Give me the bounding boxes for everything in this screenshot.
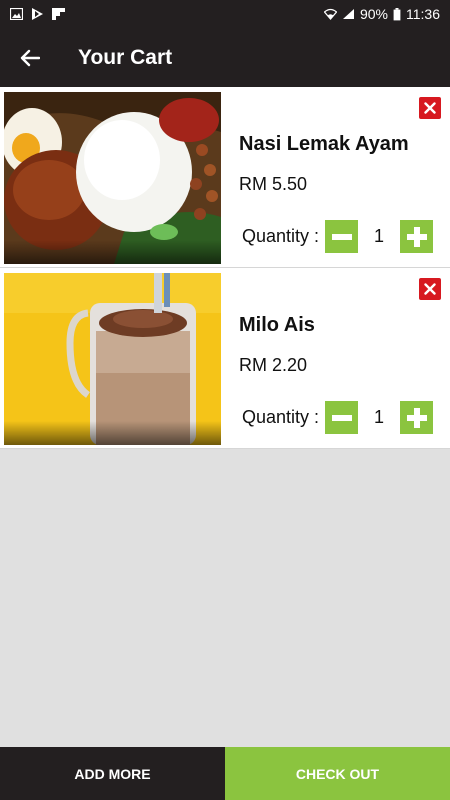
minus-icon <box>331 233 352 240</box>
close-icon <box>424 283 436 295</box>
clock: 11:36 <box>406 6 440 22</box>
image-shade <box>4 240 221 264</box>
item-price: RM 5.50 <box>239 174 308 194</box>
battery-icon <box>393 7 401 20</box>
milo-ais-photo[interactable] <box>4 273 221 445</box>
remove-item-button[interactable] <box>419 97 441 119</box>
arrow-left-icon <box>20 49 40 66</box>
checkout-button[interactable]: CHECK OUT <box>225 747 450 800</box>
item-name: Nasi Lemak Ayam <box>239 133 409 155</box>
increase-quantity-button[interactable] <box>400 220 434 253</box>
flipboard-icon <box>52 8 65 20</box>
cart-item: Milo Ais RM 2.20 Quantity : 1 <box>0 268 450 449</box>
signal-icon <box>342 9 354 19</box>
back-button[interactable] <box>0 28 60 87</box>
close-icon <box>424 102 436 114</box>
minus-icon <box>331 414 352 421</box>
quantity-value: 1 <box>374 226 385 246</box>
cart-list: Nasi Lemak Ayam RM 5.50 Quantity : 1 Mil… <box>0 87 450 449</box>
image-shade <box>4 421 221 445</box>
quantity-value: 1 <box>374 407 385 427</box>
app-bar: Your Cart <box>0 28 450 87</box>
nasi-lemak-photo[interactable] <box>4 92 221 264</box>
gallery-icon <box>10 8 23 20</box>
battery-percent: 90% <box>359 6 388 22</box>
quantity-stepper: Quantity : 1 <box>242 220 434 253</box>
decrease-quantity-button[interactable] <box>325 220 359 253</box>
add-more-button[interactable]: ADD MORE <box>0 747 225 800</box>
status-notification-icons <box>10 8 65 20</box>
item-name: Milo Ais <box>239 314 315 336</box>
wifi-icon <box>323 8 337 20</box>
remove-item-button[interactable] <box>419 278 441 300</box>
quantity-label: Quantity : <box>242 226 320 246</box>
increase-quantity-button[interactable] <box>400 401 434 434</box>
cart-item: Nasi Lemak Ayam RM 5.50 Quantity : 1 <box>0 87 450 268</box>
bottom-action-bar: ADD MORE CHECK OUT <box>0 747 450 800</box>
decrease-quantity-button[interactable] <box>325 401 359 434</box>
status-bar: 90% 11:36 <box>0 0 450 28</box>
plus-icon <box>406 226 427 247</box>
quantity-stepper: Quantity : 1 <box>242 401 434 434</box>
page-title: Your Cart <box>78 45 173 69</box>
item-price: RM 2.20 <box>239 355 308 375</box>
status-system-icons: 90% 11:36 <box>323 6 440 22</box>
quantity-label: Quantity : <box>242 407 320 427</box>
plus-icon <box>406 407 427 428</box>
play-store-icon <box>32 8 43 20</box>
